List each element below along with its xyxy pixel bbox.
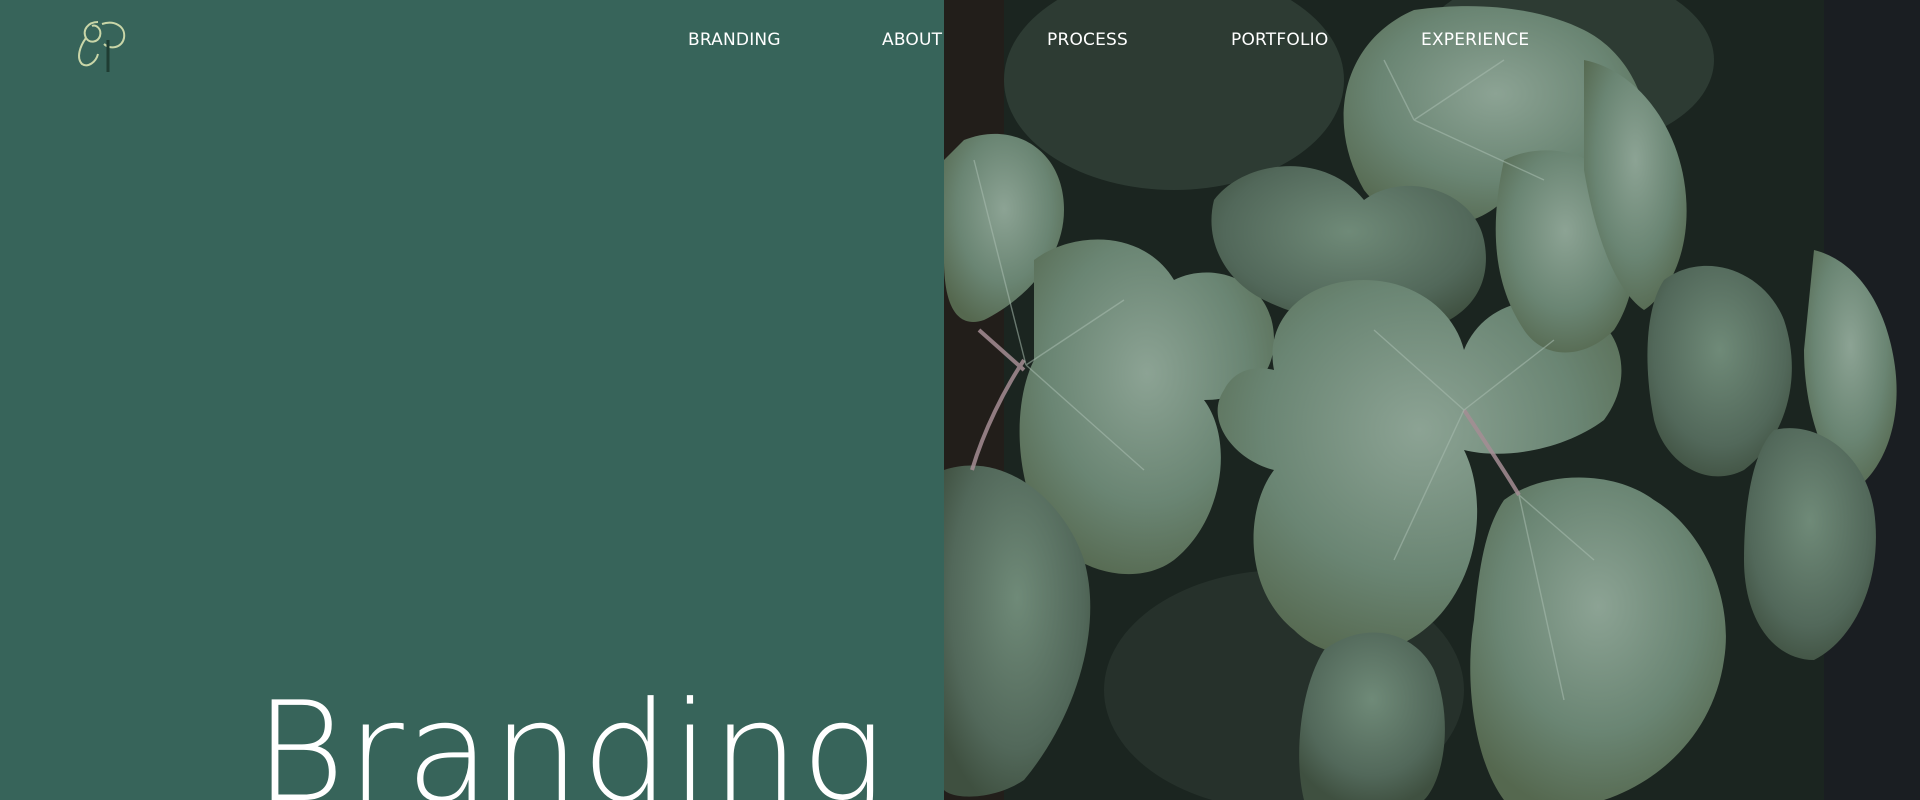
leaves-photo	[944, 0, 1920, 800]
nav-item-about[interactable]: ABOUT	[882, 30, 942, 50]
nav-item-experience[interactable]: EXPERIENCE	[1421, 30, 1529, 50]
nav-item-branding[interactable]: BRANDING	[688, 30, 781, 50]
main-nav: BRANDING ABOUT PROCESS PORTFOLIO EXPERIE…	[0, 30, 1920, 60]
nav-item-process[interactable]: PROCESS	[1047, 30, 1128, 50]
nav-item-portfolio[interactable]: PORTFOLIO	[1231, 30, 1328, 50]
hero-title: Branding	[254, 672, 886, 800]
page: BRANDING ABOUT PROCESS PORTFOLIO EXPERIE…	[0, 0, 1920, 800]
